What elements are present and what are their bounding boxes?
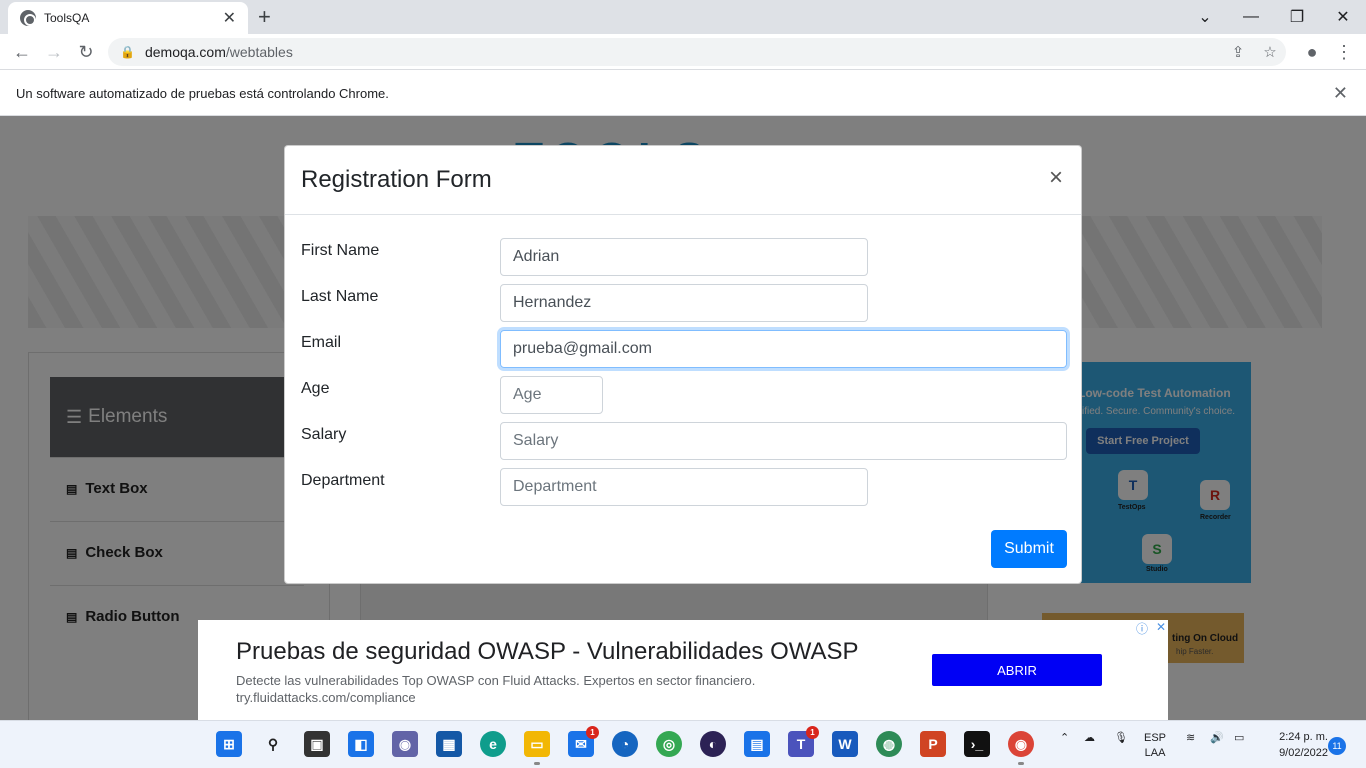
ad-description: Detecte las vulnerabilidades Top OWASP c… [236,673,756,705]
windows-taskbar: ⊞ ⚲ ▣ ◧ ◉ ▦ e ▭ ✉ 1 ◔ ◎ ◐ ▤ T1 W ◍ P ›_ ◉… [0,720,1366,768]
terminal-icon[interactable]: ›_ [964,731,990,757]
url-text: demoqa.com/webtables [144,44,293,60]
chat-icon[interactable]: ◉ [392,731,418,757]
registration-modal: Registration Form × First Name Adrian La… [284,145,1082,584]
tab-strip: ToolsQA ✕ + ⌄ — ❐ ✕ [0,0,1366,34]
lock-icon: 🔒 [120,45,135,59]
infobar-text: Un software automatizado de pruebas está… [16,85,389,101]
tab-title: ToolsQA [44,11,90,25]
globe-icon [20,10,36,26]
globe-app-icon[interactable]: ◍ [876,731,902,757]
word-icon[interactable]: W [832,731,858,757]
email-input[interactable]: prueba@gmail.com [500,330,1067,368]
chrome-icon[interactable]: ◉ [1008,731,1034,765]
age-label: Age [301,380,330,397]
salary-input[interactable]: Salary [500,422,1067,460]
form-row-first-name: First Name Adrian [301,238,1067,276]
salary-label: Salary [301,426,347,443]
page-content: TOOLS ☰ Elements ▤Text Box ▤Check Box ▤R… [0,116,1366,720]
language-indicator[interactable]: ESP LAA [1144,731,1166,761]
profile-avatar-icon[interactable]: ● [1300,40,1324,64]
mail-icon[interactable]: ✉ 1 [568,726,599,757]
wifi-icon[interactable]: ≋ [1186,731,1195,744]
tab-search-icon[interactable]: ⌄ [1182,0,1228,34]
notepad-icon[interactable]: ▤ [744,731,770,757]
forward-icon[interactable]: → [42,40,66,64]
edge-icon[interactable]: e [480,731,506,757]
last-name-label: Last Name [301,288,379,305]
ad-choices-icon[interactable]: ⓘ ✕ [1136,620,1166,636]
bookmark-star-icon[interactable]: ☆ [1254,42,1286,62]
first-name-input[interactable]: Adrian [500,238,868,276]
last-name-input[interactable]: Hernandez [500,284,868,322]
form-row-email: Email prueba@gmail.com [301,330,1067,368]
form-row-last-name: Last Name Hernandez [301,284,1067,322]
submit-button[interactable]: Submit [991,530,1067,568]
file-explorer-icon[interactable]: ▭ [524,731,550,765]
close-icon[interactable]: × [1049,164,1063,192]
close-window-button[interactable]: ✕ [1320,0,1366,34]
maximize-button[interactable]: ❐ [1274,0,1320,34]
email-label: Email [301,334,342,351]
department-input[interactable]: Department [500,468,868,506]
chevron-up-icon[interactable]: ⌃ [1060,731,1069,744]
chrome-canary-icon[interactable]: ◎ [656,731,682,757]
notification-count-badge[interactable]: 11 [1328,737,1346,755]
start-menu-icon[interactable]: ⊞ [216,731,242,757]
teams-icon[interactable]: T1 [788,726,819,757]
automation-infobar: Un software automatizado de pruebas está… [0,71,1366,116]
form-row-salary: Salary Salary [301,422,1067,460]
reload-icon[interactable]: ↻ [74,40,98,64]
microphone-icon[interactable]: 🎙 [1114,731,1128,744]
ad-open-button[interactable]: ABRIR [932,654,1102,686]
new-tab-button[interactable]: + [258,4,271,30]
back-icon[interactable]: ← [10,40,34,64]
ad-title[interactable]: Pruebas de seguridad OWASP - Vulnerabili… [236,638,859,666]
infobar-close-icon[interactable]: ✕ [1333,83,1348,104]
system-clock[interactable]: 2:24 p. m. 9/02/2022 [1262,729,1328,761]
form-row-age: Age Age [301,376,1067,414]
age-input[interactable]: Age [500,376,603,414]
address-bar[interactable]: 🔒 demoqa.com/webtables ⇪ ☆ [108,38,1286,66]
tab-close-icon[interactable]: ✕ [223,8,236,28]
menu-kebab-icon[interactable]: ⋮ [1332,40,1356,64]
modal-header: Registration Form × [285,146,1081,215]
share-icon[interactable]: ⇪ [1222,42,1254,62]
firefox-icon[interactable]: ◔ [612,731,638,757]
widgets-icon[interactable]: ◧ [348,731,374,757]
search-icon[interactable]: ⚲ [260,731,286,757]
onedrive-icon[interactable]: ☁ [1084,731,1095,744]
minimize-button[interactable]: — [1228,0,1274,34]
battery-icon[interactable]: ▭ [1234,731,1244,744]
powerpoint-icon[interactable]: P [920,731,946,757]
modal-title: Registration Form [301,166,492,193]
bottom-ad-banner[interactable]: ⓘ ✕ Pruebas de seguridad OWASP - Vulnerab… [198,620,1168,720]
first-name-label: First Name [301,242,380,259]
browser-toolbar: ← → ↻ 🔒 demoqa.com/webtables ⇪ ☆ ● ⋮ [0,34,1366,70]
browser-tab[interactable]: ToolsQA ✕ [8,2,248,34]
store-icon[interactable]: ▦ [436,731,462,757]
eclipse-icon[interactable]: ◐ [700,731,726,757]
task-view-icon[interactable]: ▣ [304,731,330,757]
volume-icon[interactable]: 🔊 [1210,731,1224,744]
department-label: Department [301,472,385,489]
form-row-department: Department Department [301,468,1067,506]
